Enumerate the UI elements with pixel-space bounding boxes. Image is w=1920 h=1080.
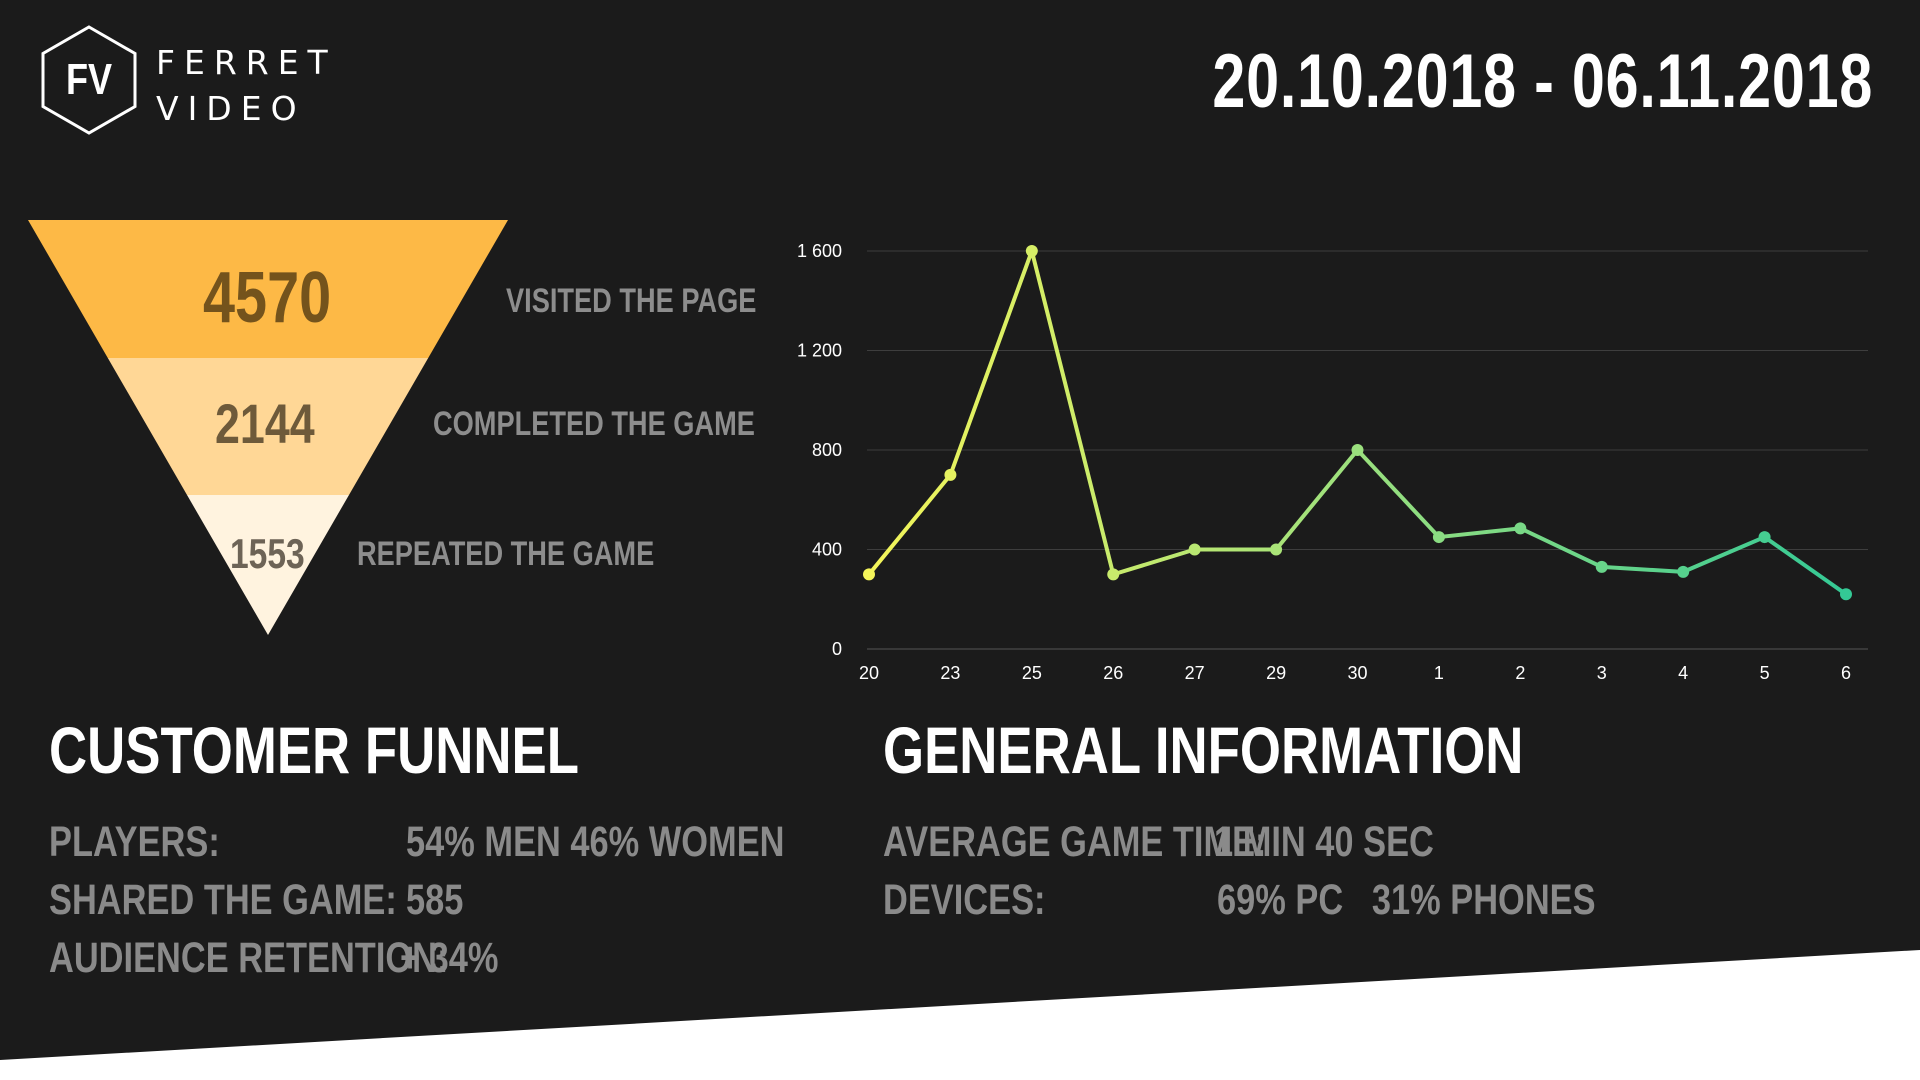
data-point <box>1025 245 1038 257</box>
data-point <box>1758 531 1771 544</box>
dashboard-canvas: FV FERRET VIDEO 20.10.2018 - 06.11.2018 … <box>0 0 1920 1080</box>
data-point <box>1351 444 1364 456</box>
date-range: 20.10.2018 - 06.11.2018 <box>1212 39 1873 124</box>
funnel-value-visited: 4570 <box>203 258 332 338</box>
funnel-label-repeated: REPEATED THE GAME <box>357 535 655 573</box>
data-point <box>863 568 875 581</box>
data-point <box>1107 568 1120 581</box>
general-information-title: GENERAL INFORMATION <box>883 713 1524 787</box>
x-tick-label: 23 <box>940 663 960 683</box>
data-point <box>1270 543 1283 556</box>
retention-value: + 34% <box>400 934 499 982</box>
shared-value: 585 <box>406 876 464 924</box>
retention-label: AUDIENCE RETENTION: <box>49 934 449 982</box>
x-axis-ticks: 20 23 25 26 27 29 30 1 2 3 4 5 6 <box>859 663 1851 683</box>
series-line <box>867 249 1848 596</box>
x-tick-label: 27 <box>1185 663 1205 683</box>
x-tick-label: 20 <box>859 663 879 683</box>
daily-players-line-chart: 04008001 2001 600 20 23 25 26 27 29 30 1 2 3 4 5 6 <box>797 241 1868 683</box>
brand-name-line1: FERRET <box>156 43 337 82</box>
logo-monogram: FV <box>66 55 112 104</box>
data-point <box>1188 543 1201 556</box>
funnel-label-completed: COMPLETED THE GAME <box>433 405 755 443</box>
x-tick-label: 29 <box>1266 663 1286 683</box>
brand-name: FERRET VIDEO <box>156 40 337 132</box>
x-tick-label: 30 <box>1347 663 1367 683</box>
x-tick-label: 26 <box>1103 663 1123 683</box>
data-point <box>1432 531 1445 544</box>
x-tick-label: 3 <box>1597 663 1607 683</box>
players-value: 54% MEN 46% WOMEN <box>406 818 785 866</box>
y-tick-label: 400 <box>812 540 842 560</box>
data-point <box>944 468 957 481</box>
series-points <box>863 245 1852 601</box>
data-point <box>1840 588 1852 601</box>
funnel-label-visited: VISITED THE PAGE <box>506 282 757 320</box>
chart-gridlines <box>867 250 1868 650</box>
average-game-time-value: 1 MIN 40 SEC <box>1214 818 1434 866</box>
y-tick-label: 1 200 <box>797 341 842 361</box>
devices-value: 69% PC 31% PHONES <box>1217 876 1596 924</box>
average-game-time-label: AVERAGE GAME TIME: <box>883 818 1267 866</box>
customer-funnel-title: CUSTOMER FUNNEL <box>49 713 579 787</box>
data-point <box>1595 560 1608 573</box>
y-axis-ticks: 0 400 800 1 200 1 600 <box>797 241 842 659</box>
ferret-video-logo: FV <box>41 25 137 135</box>
y-tick-label: 800 <box>812 440 842 460</box>
x-tick-label: 25 <box>1022 663 1042 683</box>
brand-name-line2: VIDEO <box>156 89 306 128</box>
y-tick-label: 1 600 <box>797 241 842 261</box>
devices-label: DEVICES: <box>883 876 1046 924</box>
shared-label: SHARED THE GAME: <box>49 876 397 924</box>
x-tick-label: 5 <box>1760 663 1770 683</box>
funnel-value-repeated: 1553 <box>230 530 305 577</box>
x-tick-label: 4 <box>1678 663 1688 683</box>
players-label: PLAYERS: <box>49 818 220 866</box>
x-tick-label: 2 <box>1515 663 1525 683</box>
data-point <box>1514 522 1527 535</box>
data-point <box>1677 565 1690 578</box>
x-tick-label: 6 <box>1841 663 1851 683</box>
y-tick-label: 0 <box>832 639 842 659</box>
funnel-value-completed: 2144 <box>215 392 315 455</box>
x-tick-label: 1 <box>1434 663 1444 683</box>
